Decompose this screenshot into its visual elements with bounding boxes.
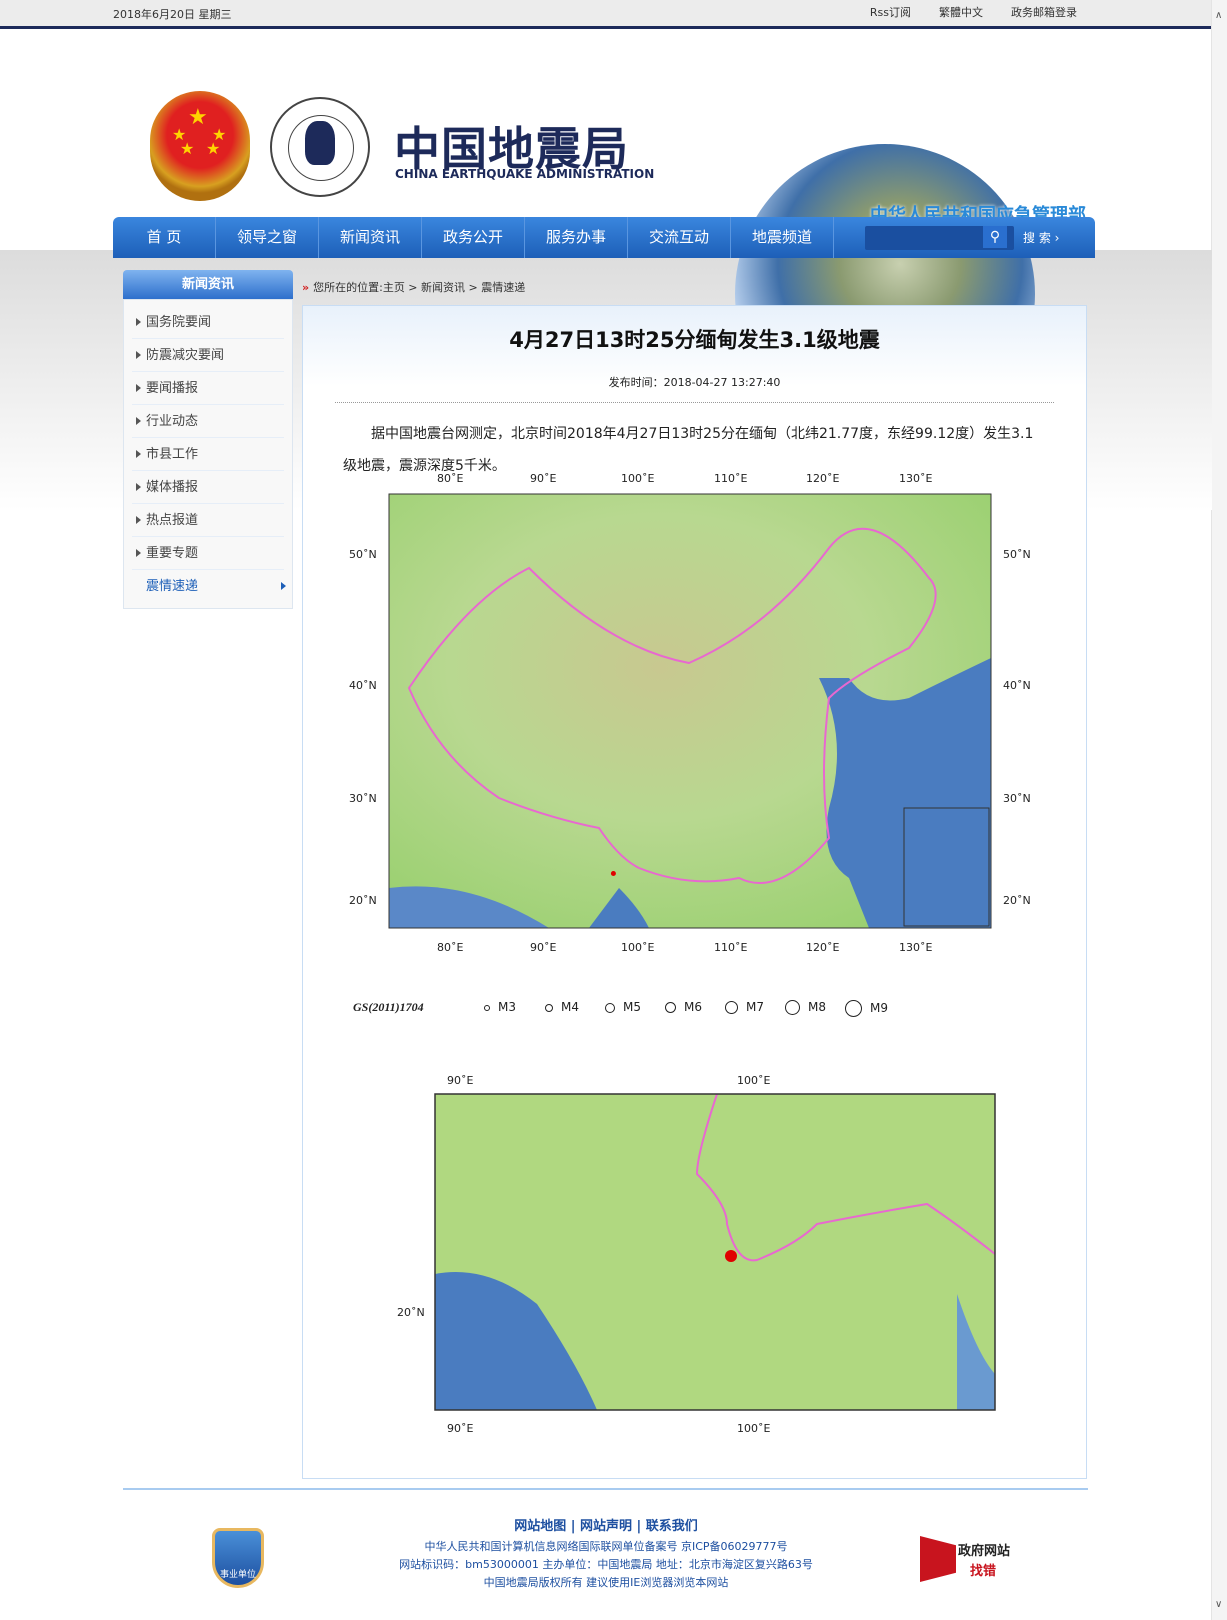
epicenter-marker <box>725 1250 737 1262</box>
nav-home[interactable]: 首 页 <box>113 217 216 258</box>
scrollbar[interactable]: ∧ ∨ <box>1211 0 1227 1620</box>
footer-divider <box>123 1488 1088 1490</box>
x-tick: 100˚E <box>737 1422 771 1435</box>
article-title: 4月27日13时25分缅甸发生3.1级地震 <box>509 328 880 352</box>
x-tick: 100˚E <box>621 941 655 954</box>
sidebar-item[interactable]: 媒体播报 <box>132 471 284 504</box>
jiucuo-sublabel: 找错 <box>970 1564 997 1579</box>
overview-map-image <box>388 493 992 929</box>
cea-seal-logo <box>270 97 370 197</box>
national-emblem-icon: ★ ★ ★ ★ ★ <box>150 91 250 201</box>
breadcrumb: » 您所在的位置:主页 > 新闻资讯 > 震情速递 <box>302 279 525 295</box>
y-tick: 30˚N <box>349 792 377 805</box>
detail-map: 90˚E 100˚E 90˚E 100˚E 20˚N <box>397 1074 997 1446</box>
legend-item: M4 <box>561 1000 579 1014</box>
y-tick: 50˚N <box>349 548 377 561</box>
x-tick: 130˚E <box>899 941 933 954</box>
legend-item: M7 <box>746 1000 764 1014</box>
site-title-en: CHINA EARTHQUAKE ADMINISTRATION <box>395 167 655 181</box>
epicenter-marker <box>610 871 616 877</box>
y-tick: 40˚N <box>349 679 377 692</box>
sidebar-item[interactable]: 热点报道 <box>132 504 284 537</box>
y-tick: 20˚N <box>1003 894 1031 907</box>
nav-news[interactable]: 新闻资讯 <box>319 217 422 258</box>
legend-item: M6 <box>684 1000 702 1014</box>
divider <box>335 402 1054 403</box>
x-tick: 90˚E <box>447 1422 474 1435</box>
footer-icp: 中华人民共和国计算机信息网络国际联网单位备案号 京ICP备06029777号 <box>424 1540 788 1553</box>
nav-gov-affairs[interactable]: 政务公开 <box>422 217 525 258</box>
legend-item: M3 <box>498 1000 516 1014</box>
email-login-link[interactable]: 政务邮箱登录 <box>1011 4 1077 20</box>
y-tick: 40˚N <box>1003 679 1031 692</box>
x-tick: 100˚E <box>621 472 655 485</box>
footer-links[interactable]: 网站地图 | 网站声明 | 联系我们 <box>0 1516 1212 1538</box>
y-tick: 20˚N <box>349 894 377 907</box>
magnifier-icon <box>920 1536 956 1582</box>
x-tick: 120˚E <box>806 941 840 954</box>
x-tick: 110˚E <box>714 941 748 954</box>
x-tick: 110˚E <box>714 472 748 485</box>
jiucuo-label: 政府网站 <box>958 1544 1011 1559</box>
x-tick: 90˚E <box>530 472 557 485</box>
rss-link[interactable]: Rss订阅 <box>870 4 911 20</box>
footer-site-id: 网站标识码：bm53000001 主办单位：中国地震局 地址：北京市海淀区复兴路… <box>399 1558 813 1571</box>
main-nav: 首 页 领导之窗 新闻资讯 政务公开 服务办事 交流互动 地震频道 ⚲ 搜 索 … <box>113 217 1095 258</box>
overview-map: 80˚E 90˚E 100˚E 110˚E 120˚E 130˚E 80˚E 9… <box>349 472 1049 1017</box>
gov-site-error-report[interactable]: 政府网站 找错 <box>920 1536 1030 1582</box>
x-tick: 120˚E <box>806 472 840 485</box>
double-arrow-icon: » <box>302 281 310 294</box>
x-tick: 80˚E <box>437 472 464 485</box>
map-approval-number: GS(2011)1704 <box>353 1000 424 1014</box>
y-tick: 20˚N <box>397 1306 425 1319</box>
y-tick: 30˚N <box>1003 792 1031 805</box>
legend-item: M8 <box>808 1000 826 1014</box>
search-icon[interactable]: ⚲ <box>983 226 1007 248</box>
sidebar: 新闻资讯 国务院要闻 防震减灾要闻 要闻播报 行业动态 市县工作 媒体播报 热点… <box>123 270 293 609</box>
sidebar-item[interactable]: 市县工作 <box>132 438 284 471</box>
sidebar-title: 新闻资讯 <box>123 270 293 299</box>
legend-item: M9 <box>870 1001 888 1015</box>
breadcrumb-text[interactable]: 您所在的位置:主页 > 新闻资讯 > 震情速递 <box>313 281 525 294</box>
top-bar: 2018年6月20日 星期三 Rss订阅 繁體中文 政务邮箱登录 <box>0 0 1227 29</box>
traditional-chinese-link[interactable]: 繁體中文 <box>939 4 983 20</box>
header: ★ ★ ★ ★ ★ 中国地震局 CHINA EARTHQUAKE ADMINISTRAT… <box>0 29 1227 356</box>
article: 4月27日13时25分缅甸发生3.1级地震 发布时间：2018-04-27 13… <box>302 305 1087 1479</box>
sidebar-item[interactable]: 要闻播报 <box>132 372 284 405</box>
x-tick: 100˚E <box>737 1074 771 1087</box>
x-tick: 90˚E <box>530 941 557 954</box>
x-tick: 80˚E <box>437 941 464 954</box>
footer: 网站地图 | 网站声明 | 联系我们 中华人民共和国计算机信息网络国际联网单位备… <box>0 1516 1212 1592</box>
nav-interaction[interactable]: 交流互动 <box>628 217 731 258</box>
sidebar-item[interactable]: 重要专题 <box>132 537 284 570</box>
sidebar-item-active[interactable]: 震情速递 <box>132 570 286 602</box>
detail-map-image <box>434 1093 996 1411</box>
nav-leadership[interactable]: 领导之窗 <box>216 217 319 258</box>
magnitude-legend: GS(2011)1704 M3 M4 M5 M6 M7 M8 M9 <box>349 998 1049 1020</box>
nav-earthquake-channel[interactable]: 地震频道 <box>731 217 834 258</box>
current-date: 2018年6月20日 星期三 <box>113 8 232 21</box>
publish-time: 发布时间：2018-04-27 13:27:40 <box>608 376 781 389</box>
y-tick: 50˚N <box>1003 548 1031 561</box>
x-tick: 130˚E <box>899 472 933 485</box>
sidebar-item[interactable]: 防震减灾要闻 <box>132 339 284 372</box>
footer-copyright: 中国地震局版权所有 建议使用IE浏览器浏览本网站 <box>483 1576 729 1589</box>
sidebar-item[interactable]: 国务院要闻 <box>132 306 284 339</box>
legend-item: M5 <box>623 1000 641 1014</box>
sidebar-item[interactable]: 行业动态 <box>132 405 284 438</box>
search-button[interactable]: 搜 索 › <box>1023 229 1059 246</box>
nav-services[interactable]: 服务办事 <box>525 217 628 258</box>
x-tick: 90˚E <box>447 1074 474 1087</box>
